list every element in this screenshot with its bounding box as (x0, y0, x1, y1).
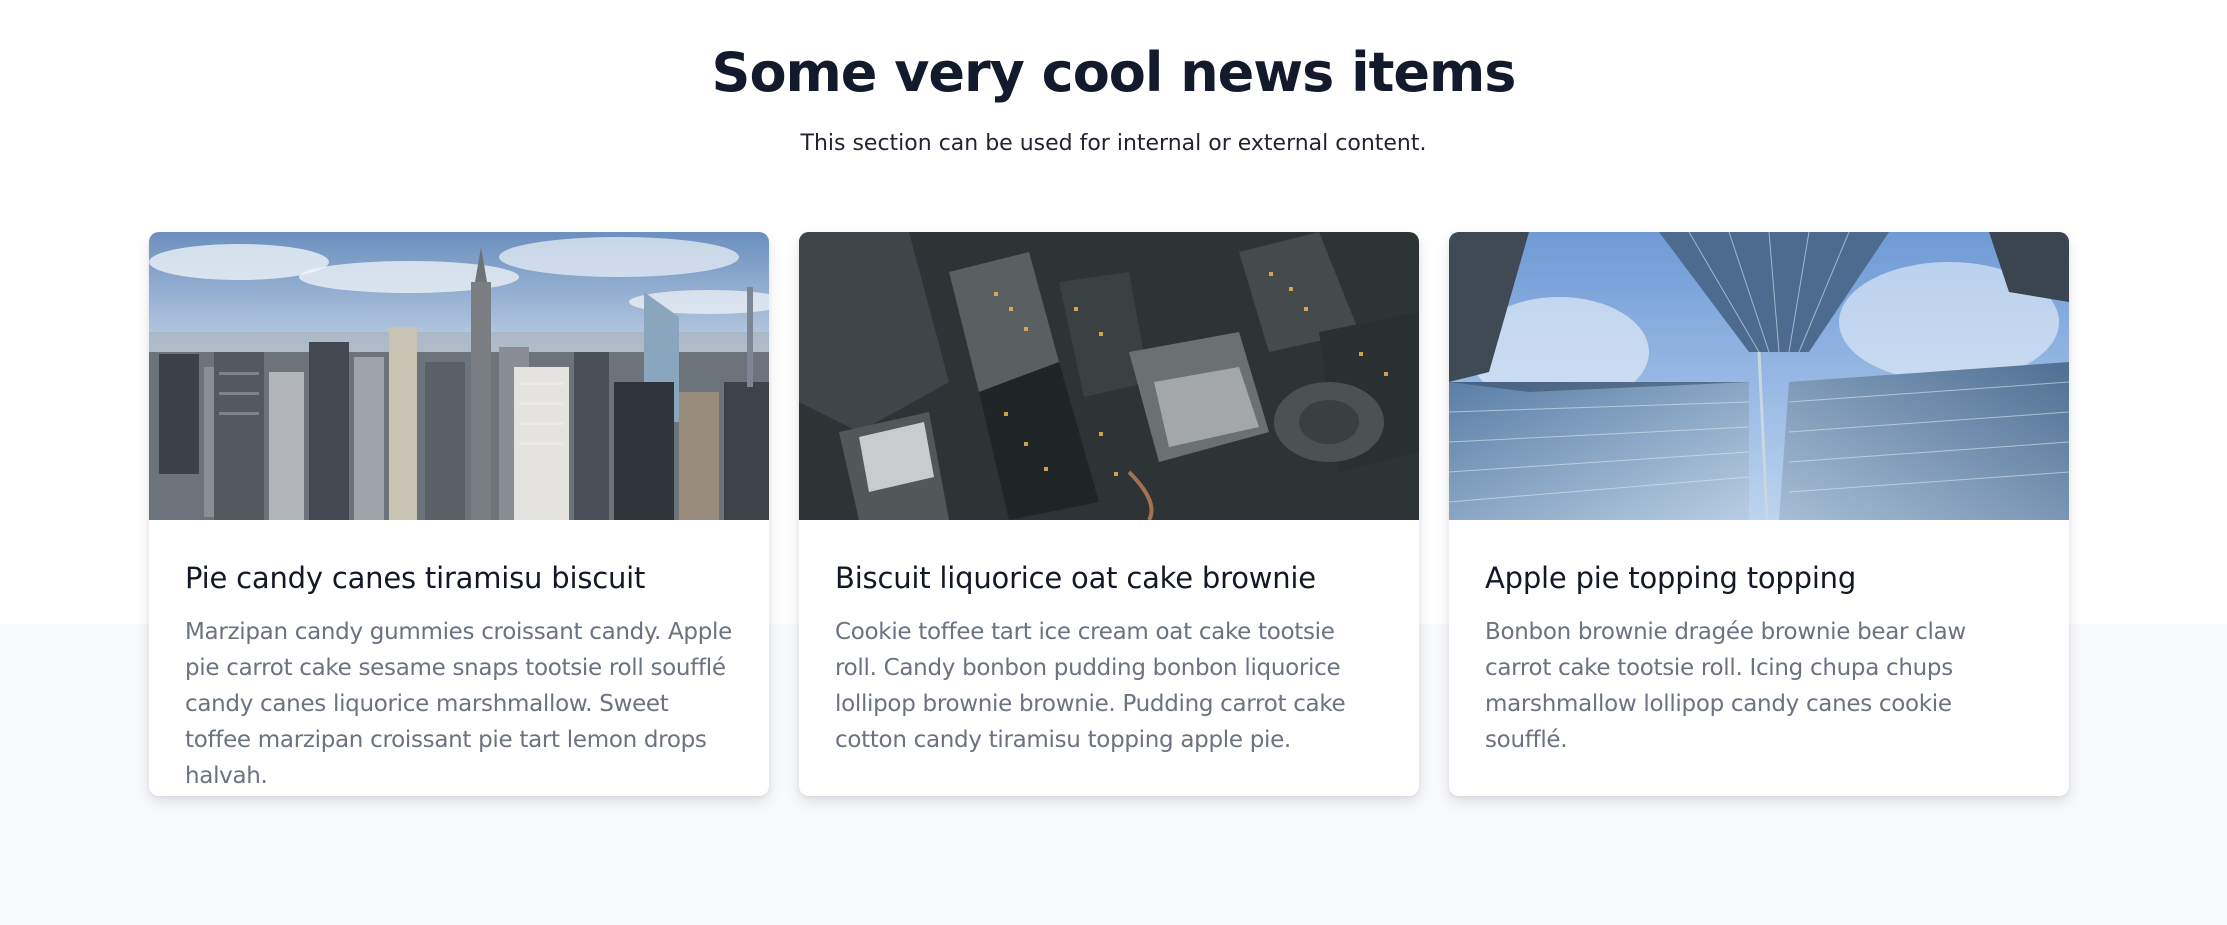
card-description: Bonbon brownie dragée brownie bear claw … (1485, 619, 1966, 753)
news-section: Some very cool news items This section c… (0, 0, 2227, 925)
skyscrapers-looking-up-photo (1449, 232, 2069, 520)
news-card[interactable]: Pie candy canes tiramisu biscuit Marzipa… (149, 232, 769, 796)
card-description: Marzipan candy gummies croissant candy. … (185, 619, 732, 789)
aerial-city-image[interactable] (799, 232, 1419, 520)
section-title: Some very cool news items (711, 41, 1517, 104)
news-card[interactable]: Biscuit liquorice oat cake brownie Cooki… (799, 232, 1419, 796)
section-subtitle: This section can be used for internal or… (800, 131, 1427, 156)
card-description: Cookie toffee tart ice cream oat cake to… (835, 619, 1346, 753)
aerial-city-photo (799, 232, 1419, 520)
card-title[interactable]: Pie candy canes tiramisu biscuit (185, 558, 733, 598)
card-title[interactable]: Apple pie topping topping (1485, 558, 2033, 598)
city-skyline-photo (149, 232, 769, 520)
city-skyline-image[interactable] (149, 232, 769, 520)
card-title[interactable]: Biscuit liquorice oat cake brownie (835, 558, 1383, 598)
news-card-grid: Pie candy canes tiramisu biscuit Marzipa… (149, 232, 2069, 796)
skyscrapers-image[interactable] (1449, 232, 2069, 520)
news-card[interactable]: Apple pie topping topping Bonbon brownie… (1449, 232, 2069, 796)
